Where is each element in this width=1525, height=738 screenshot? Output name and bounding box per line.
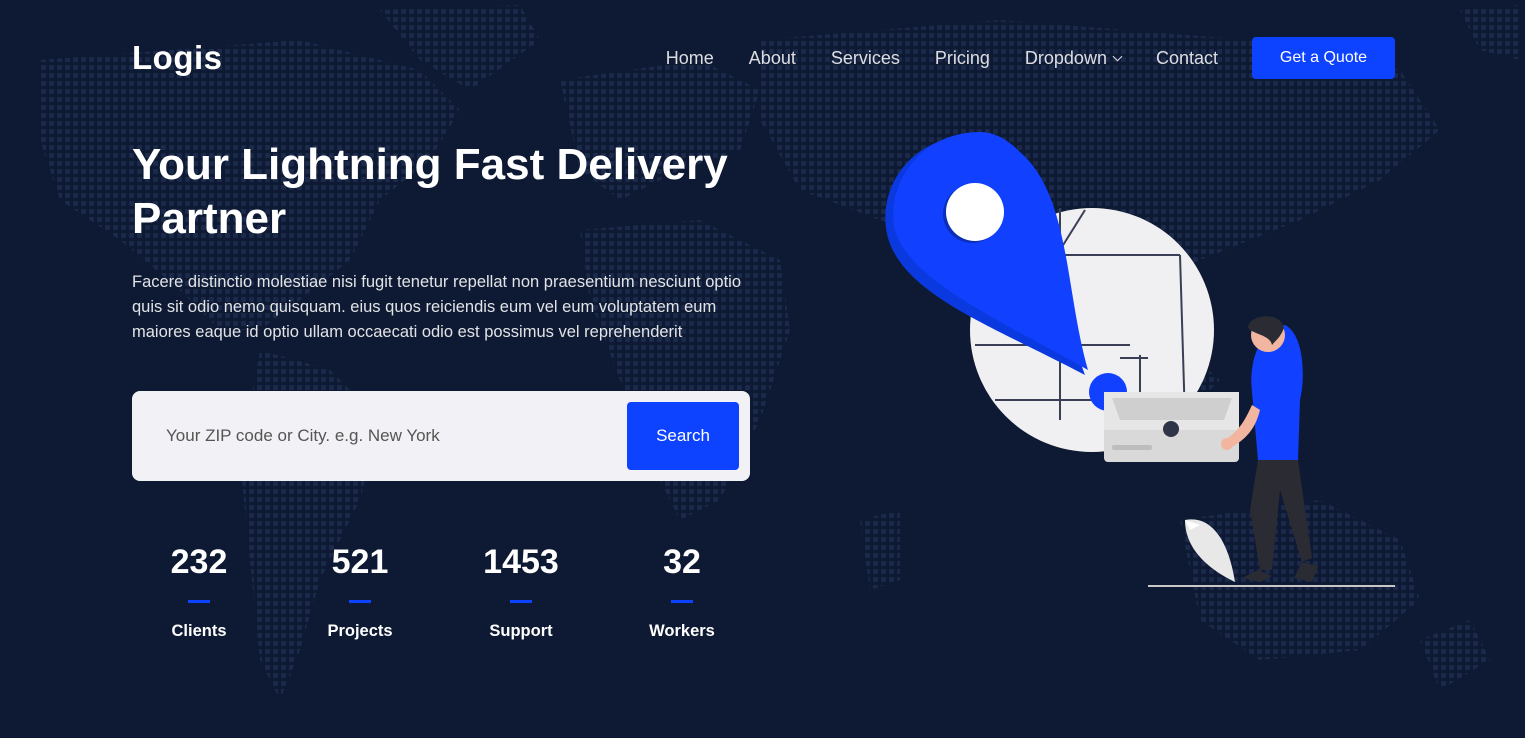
stat-clients: 232 Clients [139, 540, 259, 641]
stat-divider [671, 600, 693, 603]
stat-value: 32 [663, 543, 701, 581]
plant-icon [1185, 519, 1235, 582]
nav-contact-label: Contact [1155, 47, 1218, 68]
chevron-down-icon [1112, 51, 1123, 61]
stat-divider [510, 600, 532, 603]
get-a-quote-button[interactable]: Get a Quote [1252, 37, 1395, 79]
nav-home-label: Home [665, 47, 714, 68]
stat-workers: 32 Workers [622, 540, 742, 641]
stat-label: Clients [171, 622, 227, 640]
hero-title: Your Lightning Fast Delivery Partner [132, 140, 728, 243]
stat-label: Projects [327, 622, 393, 640]
nav-about-label: About [748, 47, 796, 68]
nav-pricing[interactable]: Pricing [935, 48, 990, 69]
stat-value: 521 [331, 543, 389, 581]
nav-about[interactable]: About [749, 48, 796, 69]
site-header: Logis Home About Services Pricing Dropdo… [132, 36, 1395, 80]
search-form: Search [132, 391, 750, 481]
hero-description: Facere distinctio molestiae nisi fugit t… [132, 273, 742, 341]
search-button[interactable]: Search [627, 402, 739, 470]
stats-section: 232 Clients 521 Projects 1453 Support 32… [132, 540, 752, 650]
stat-label: Support [489, 622, 553, 640]
nav-services[interactable]: Services [831, 48, 900, 69]
stat-support: 1453 Support [461, 540, 581, 641]
stat-value: 1453 [483, 543, 559, 581]
nav-home[interactable]: Home [666, 48, 714, 69]
search-input[interactable] [152, 413, 622, 459]
nav-pricing-label: Pricing [934, 47, 990, 68]
site-logo[interactable]: Logis [132, 39, 223, 77]
stat-projects: 521 Projects [300, 540, 420, 641]
hero-page: Logis Home About Services Pricing Dropdo… [0, 0, 1525, 738]
nav-dropdown-label: Dropdown [1024, 47, 1107, 68]
delivery-location-pin-illustration [885, 132, 1395, 587]
stat-divider [349, 600, 371, 603]
nav-contact[interactable]: Contact [1156, 48, 1218, 69]
nav-dropdown[interactable]: Dropdown [1024, 47, 1123, 69]
stat-label: Workers [649, 622, 715, 640]
package-icon [1104, 392, 1239, 462]
nav-services-label: Services [830, 47, 900, 68]
main-nav: Home About Services Pricing Dropdown Con… [666, 37, 1395, 79]
stat-value: 232 [170, 543, 228, 581]
stat-divider [188, 600, 210, 603]
